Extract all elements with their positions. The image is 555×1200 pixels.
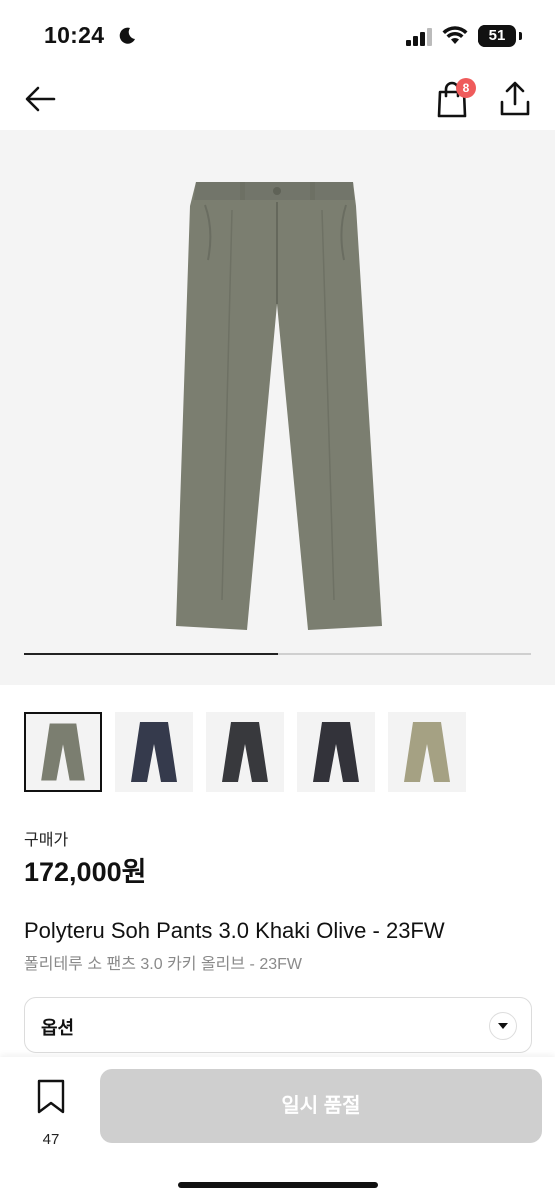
thumbnail-4[interactable] — [388, 712, 466, 792]
wifi-icon — [442, 26, 468, 44]
thumbnail-1[interactable] — [115, 712, 193, 792]
status-bar: 10:24 51 — [0, 0, 555, 70]
bottom-action-bar: 47 일시 품절 — [0, 1057, 555, 1200]
product-page: 10:24 51 8 구매가 172,000원 Polyteru Soh Pan… — [0, 0, 555, 1200]
nav-bar: 8 — [0, 70, 555, 130]
option-label: 옵션 — [41, 1018, 75, 1038]
cart-badge: 8 — [456, 78, 476, 98]
product-title-en: Polyteru Soh Pants 3.0 Khaki Olive - 23F… — [24, 918, 445, 943]
thumbnail-pants — [313, 722, 359, 782]
option-select[interactable]: 옵션 — [24, 997, 532, 1053]
pants-image — [176, 182, 382, 630]
share-button[interactable] — [498, 80, 532, 118]
battery-tip — [519, 32, 522, 40]
price-value: 172,000원 — [24, 857, 147, 887]
home-indicator — [178, 1182, 378, 1188]
option-chevron-button[interactable] — [489, 1012, 517, 1040]
battery-icon: 51 — [478, 25, 516, 47]
bookmark-icon — [37, 1079, 65, 1114]
moon-icon — [119, 27, 135, 44]
cart-button[interactable]: 8 — [434, 78, 478, 120]
gallery-progress-fill — [24, 653, 278, 655]
thumbnail-pants — [222, 722, 268, 782]
sold-out-button[interactable]: 일시 품절 — [100, 1069, 542, 1143]
bookmark-button[interactable]: 47 — [28, 1077, 74, 1148]
back-button[interactable] — [22, 82, 60, 116]
product-title-ko: 폴리테루 소 팬츠 3.0 카키 올리브 - 23FW — [24, 956, 302, 973]
thumbnail-pants — [41, 723, 85, 781]
bookmark-count: 47 — [42, 1131, 60, 1148]
gallery-progress — [24, 653, 531, 655]
price-label: 구매가 — [24, 832, 69, 849]
signal-icon — [406, 28, 432, 46]
thumbnail-pants — [404, 722, 450, 782]
thumbnail-pants — [131, 722, 177, 782]
chevron-down-icon — [498, 1023, 508, 1029]
share-upload-icon — [500, 81, 530, 116]
product-image[interactable] — [0, 130, 555, 685]
status-time: 10:24 — [44, 22, 105, 48]
arrow-left-icon — [25, 86, 56, 112]
battery-text: 51 — [488, 27, 506, 44]
thumbnail-3[interactable] — [297, 712, 375, 792]
thumbnail-2[interactable] — [206, 712, 284, 792]
thumbnail-strip — [24, 712, 534, 792]
thumbnail-0[interactable] — [24, 712, 102, 792]
